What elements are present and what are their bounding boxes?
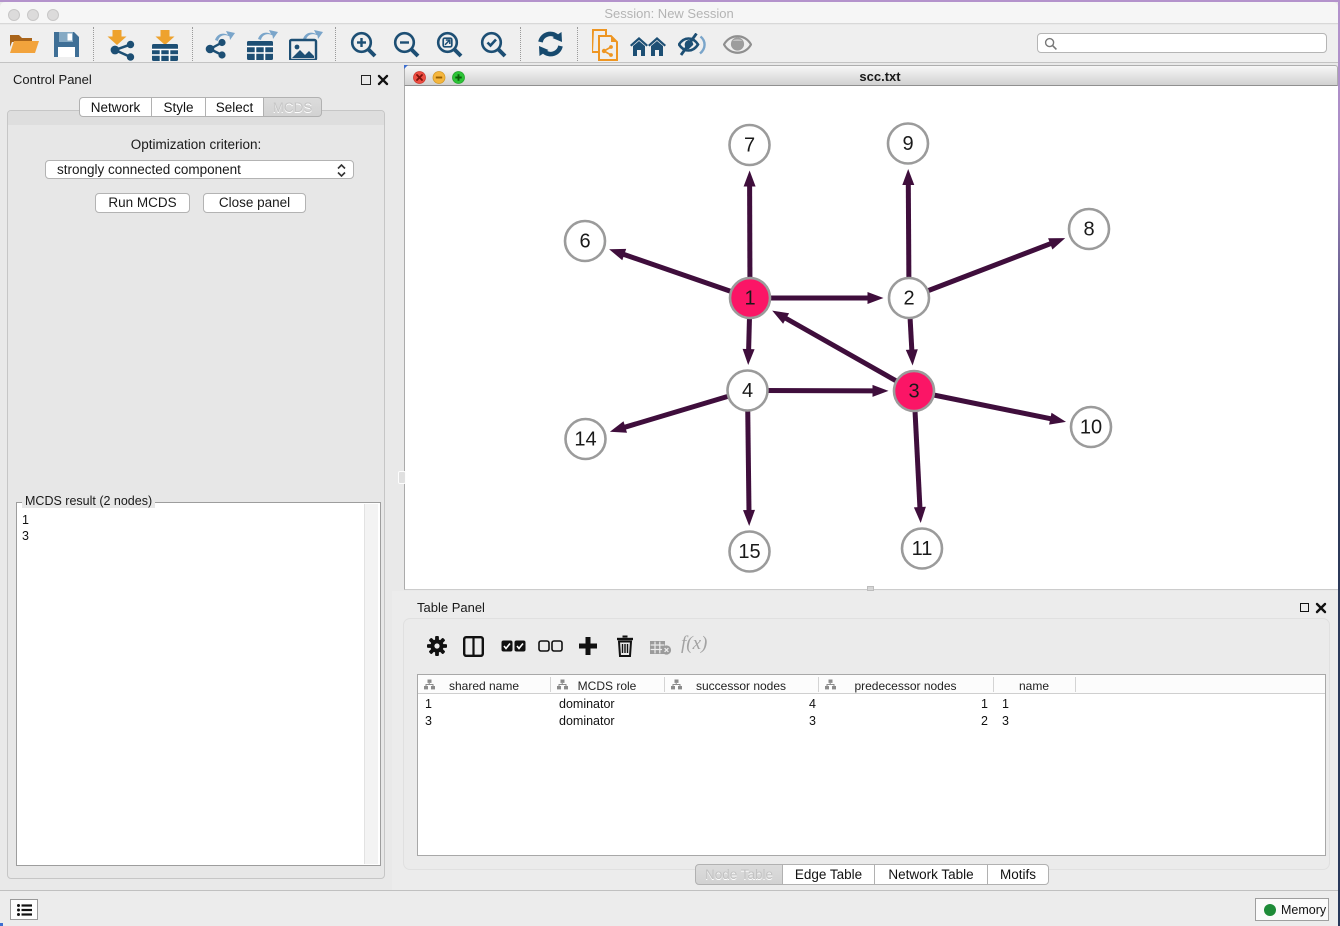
svg-text:7: 7 xyxy=(744,135,755,157)
svg-text:15: 15 xyxy=(738,541,760,563)
svg-text:10: 10 xyxy=(1080,417,1102,439)
svg-text:11: 11 xyxy=(912,538,933,560)
svg-text:1: 1 xyxy=(744,288,755,310)
svg-text:14: 14 xyxy=(574,429,596,451)
svg-text:4: 4 xyxy=(742,380,753,402)
svg-text:6: 6 xyxy=(579,231,590,253)
svg-text:2: 2 xyxy=(903,288,914,310)
svg-text:8: 8 xyxy=(1083,219,1094,241)
svg-text:3: 3 xyxy=(908,381,919,403)
svg-text:9: 9 xyxy=(902,133,913,155)
